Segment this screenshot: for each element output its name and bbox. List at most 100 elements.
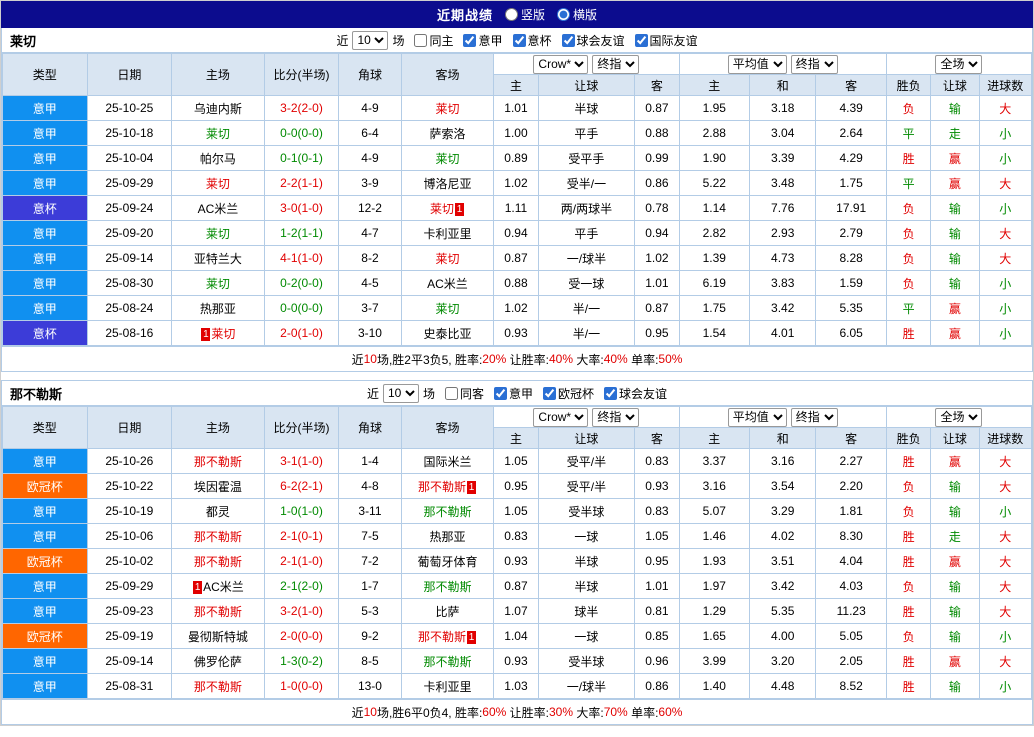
team-link[interactable]: 那不勒斯 (194, 455, 242, 469)
team-link[interactable]: AC米兰 (198, 202, 239, 216)
filter-checkbox-input[interactable] (463, 33, 477, 47)
euro-draw-odds-cell: 3.16 (748, 448, 817, 474)
filter-checkbox[interactable]: 意甲 (494, 385, 533, 402)
euro-source-select[interactable]: 平均值 (727, 54, 787, 74)
odds-company-select[interactable]: Crow* (533, 54, 589, 74)
odds-stage-select[interactable]: 终指 (592, 407, 640, 427)
filter-checkbox[interactable]: 同客 (444, 385, 484, 402)
team-link[interactable]: 卡利亚里 (423, 680, 471, 694)
team-link[interactable]: 比萨 (435, 605, 459, 619)
euro-draw-odds-cell: 3.83 (748, 270, 817, 296)
filter-checkbox[interactable]: 同主 (414, 32, 453, 49)
team-link[interactable]: 萨索洛 (429, 127, 465, 141)
team-link[interactable]: 热那亚 (200, 302, 236, 316)
filter-checkbox-input[interactable] (634, 33, 648, 47)
team-link[interactable]: 史泰比亚 (423, 327, 471, 341)
score-cell: 2-0(0-0) (263, 623, 340, 649)
team-link[interactable]: 那不勒斯 (194, 555, 242, 569)
team-link[interactable]: 莱切 (206, 227, 230, 241)
filter-checkbox[interactable]: 欧冠杯 (543, 385, 594, 402)
euro-home-odds-cell: 1.14 (678, 195, 751, 221)
team-link[interactable]: 莱切 (206, 277, 230, 291)
team-link[interactable]: 那不勒斯 (423, 580, 471, 594)
recent-count-select[interactable]: 10 (352, 30, 389, 50)
asian-home-odds-cell: 0.87 (493, 245, 539, 271)
euro-away-odds-cell: 1.75 (815, 170, 887, 196)
filter-checkbox-input[interactable] (604, 386, 618, 400)
euro-stage-select[interactable]: 终指 (790, 54, 838, 74)
layout-radio-horizontal[interactable]: 横版 (557, 6, 597, 23)
handicap-line-cell: 平手 (537, 120, 636, 146)
filter-checkbox[interactable]: 球会友谊 (604, 385, 667, 402)
filter-checkbox-input[interactable] (543, 386, 557, 400)
team-link[interactable]: 那不勒斯 (423, 505, 471, 519)
team-link[interactable]: 那不勒斯 (418, 630, 466, 644)
team-link[interactable]: 帕尔马 (200, 152, 236, 166)
filter-checkbox-input[interactable] (561, 33, 575, 47)
scope-select[interactable]: 全场 (935, 407, 983, 427)
team-link[interactable]: 莱切 (206, 177, 230, 191)
team-link[interactable]: 那不勒斯 (418, 480, 466, 494)
team-link[interactable]: 那不勒斯 (194, 605, 242, 619)
away-team-cell: 比萨 (400, 598, 495, 624)
team-link[interactable]: 乌迪内斯 (194, 102, 242, 116)
odds-stage-select[interactable]: 终指 (592, 54, 640, 74)
team-link[interactable]: 亚特兰大 (194, 252, 242, 266)
filter-checkbox[interactable]: 国际友谊 (634, 32, 698, 49)
competition-cell: 意甲 (2, 498, 88, 524)
team-link[interactable]: 那不勒斯 (194, 680, 242, 694)
team-link[interactable]: 莱切 (435, 152, 459, 166)
team-link[interactable]: AC米兰 (427, 277, 468, 291)
handicap-result-cell: 输 (930, 473, 980, 499)
euro-source-select[interactable]: 平均值 (727, 407, 787, 427)
team-link[interactable]: 那不勒斯 (423, 655, 471, 669)
asian-away-odds-cell: 0.95 (634, 548, 680, 574)
team-link[interactable]: 葡萄牙体育 (417, 555, 477, 569)
handicap-line-cell: 半/一 (537, 295, 636, 321)
filter-checkbox[interactable]: 意甲 (463, 32, 503, 49)
asian-away-odds-cell: 0.87 (634, 95, 680, 121)
euro-stage-select[interactable]: 终指 (790, 407, 838, 427)
team-link[interactable]: AC米兰 (203, 580, 244, 594)
summary-segment: 让胜率: (506, 705, 549, 720)
team-link[interactable]: 卡利亚里 (423, 227, 471, 241)
team-link[interactable]: 埃因霍温 (194, 480, 242, 494)
team-link[interactable]: 莱切 (435, 102, 459, 116)
filter-checkbox-input[interactable] (414, 33, 428, 47)
team-link[interactable]: 曼彻斯特城 (188, 630, 248, 644)
col-header: 角球 (338, 406, 402, 449)
horizontal-radio-input[interactable] (557, 8, 570, 21)
filter-checkbox-input[interactable] (512, 33, 526, 47)
team-link[interactable]: 莱切 (206, 127, 230, 141)
layout-radio-vertical[interactable]: 竖版 (504, 6, 545, 23)
home-team-cell: 曼彻斯特城 (171, 623, 265, 649)
team-link[interactable]: 佛罗伦萨 (194, 655, 242, 669)
recent-count-select[interactable]: 10 (382, 383, 419, 403)
vertical-radio-input[interactable] (504, 8, 518, 21)
team-link[interactable]: 国际米兰 (423, 455, 471, 469)
summary-footer: 近 10 场,胜2平3负5, 胜率: 20% 让胜率: 40% 大率: 40% 单率: 50… (2, 346, 1032, 371)
team-link[interactable]: 莱切 (430, 202, 454, 216)
filter-checkbox[interactable]: 意杯 (512, 32, 552, 49)
team-link[interactable]: 热那亚 (429, 530, 465, 544)
match-row: 意杯 25-09-24 AC米兰 3-0(1-0) 12-2 莱切 1 1.11 两/两球半 0.… (2, 195, 1033, 221)
odds-company-select[interactable]: Crow* (533, 407, 589, 427)
team-link[interactable]: 博洛尼亚 (423, 177, 471, 191)
filter-checkbox[interactable]: 球会友谊 (561, 32, 625, 49)
filter-checkbox-input[interactable] (444, 386, 458, 400)
competition-cell: 欧冠杯 (2, 473, 88, 499)
team-link[interactable]: 莱切 (435, 302, 459, 316)
team-link[interactable]: 都灵 (206, 505, 230, 519)
euro-home-odds-cell: 3.37 (678, 448, 751, 474)
col-header: 比分(半场) (263, 53, 340, 96)
team-link[interactable]: 莱切 (211, 327, 235, 341)
filter-checkbox-input[interactable] (494, 386, 507, 400)
team-link[interactable]: 莱切 (435, 252, 459, 266)
home-team-cell: 1 莱切 (171, 320, 265, 346)
team-link[interactable]: 那不勒斯 (194, 530, 242, 544)
match-row: 意甲 25-10-26 那不勒斯 3-1(1-0) 1-4 国际米兰 1.05 受平/半 0.8… (2, 448, 1033, 474)
scope-select[interactable]: 全场 (935, 54, 983, 74)
home-team-cell: 那不勒斯 (171, 448, 265, 474)
score-cell: 2-1(0-1) (263, 523, 340, 549)
summary-segment: 10 (363, 705, 377, 719)
